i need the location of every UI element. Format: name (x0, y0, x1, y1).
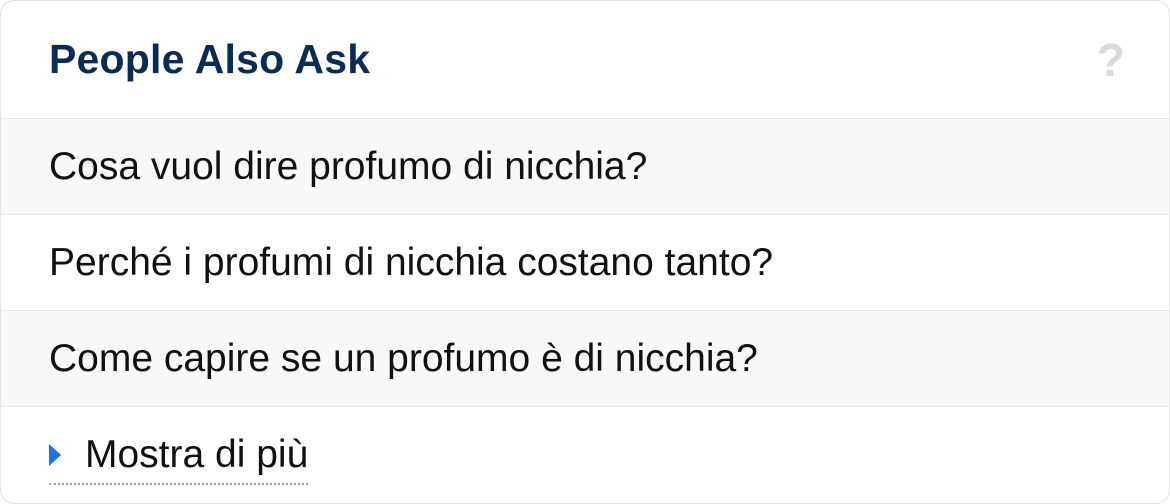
show-more-label: Mostra di più (85, 432, 309, 476)
caret-right-icon (49, 443, 61, 466)
question-label: Perché i profumi di nicchia costano tant… (49, 240, 774, 284)
paa-header: People Also Ask ? (1, 1, 1169, 119)
people-also-ask-card: People Also Ask ? Cosa vuol dire profumo… (0, 0, 1170, 504)
question-item[interactable]: Cosa vuol dire profumo di nicchia? (1, 119, 1169, 215)
question-item[interactable]: Come capire se un profumo è di nicchia? (1, 311, 1169, 407)
paa-title: People Also Ask (49, 36, 371, 82)
question-label: Come capire se un profumo è di nicchia? (49, 336, 758, 380)
help-icon[interactable]: ? (1097, 37, 1125, 83)
show-more-link[interactable]: Mostra di più (49, 432, 309, 485)
question-item[interactable]: Perché i profumi di nicchia costano tant… (1, 215, 1169, 311)
show-more-row: Mostra di più (1, 407, 1169, 500)
question-label: Cosa vuol dire profumo di nicchia? (49, 144, 648, 188)
